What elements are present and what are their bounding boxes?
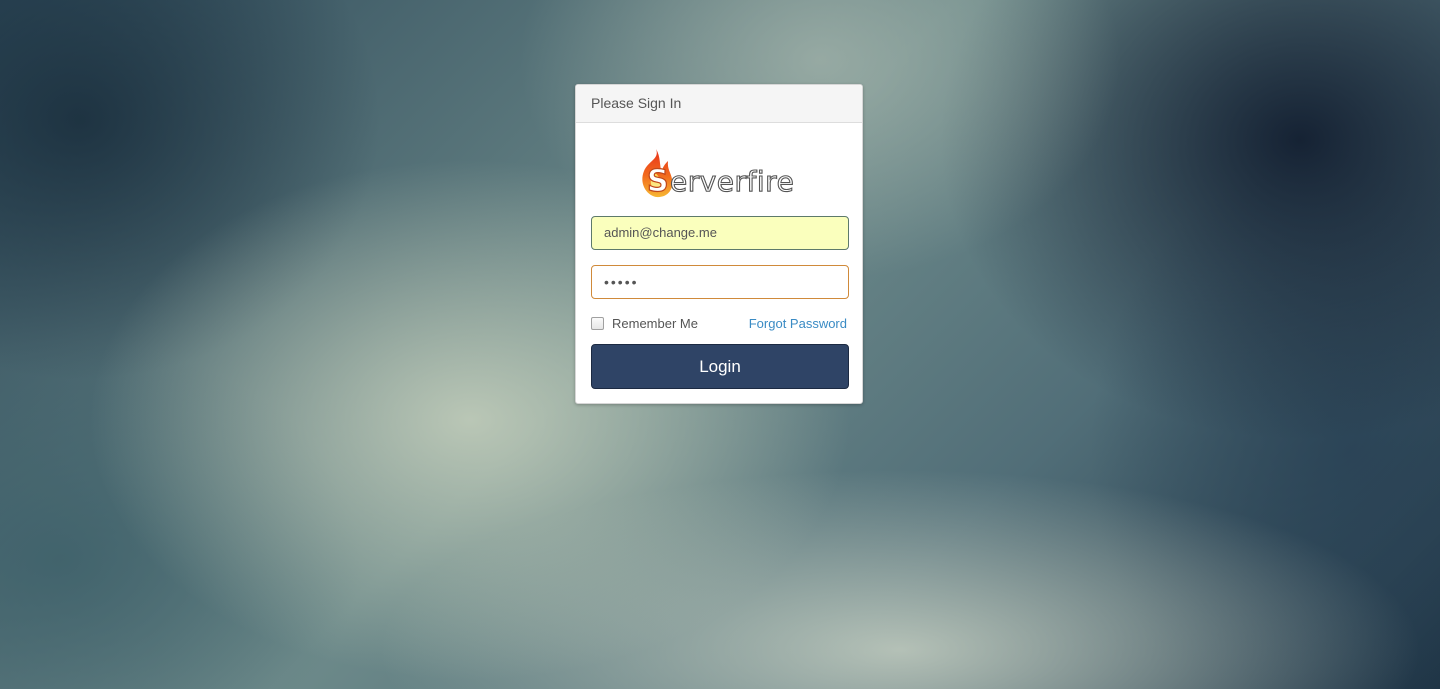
- remember-me[interactable]: Remember Me: [591, 316, 698, 331]
- login-panel: Please Sign In S erverfire admin@change.…: [575, 84, 863, 404]
- svg-text:erverfire: erverfire: [670, 165, 794, 198]
- serverfire-logo: S erverfire: [638, 147, 803, 200]
- svg-text:S: S: [647, 164, 669, 199]
- email-field[interactable]: admin@change.me: [591, 216, 849, 250]
- forgot-password-link[interactable]: Forgot Password: [749, 316, 847, 331]
- panel-heading: Please Sign In: [576, 85, 862, 123]
- flame-icon: S erverfire: [642, 149, 794, 200]
- login-button[interactable]: Login: [591, 344, 849, 389]
- password-field[interactable]: •••••: [591, 265, 849, 299]
- remember-me-label: Remember Me: [612, 316, 698, 331]
- remember-me-checkbox[interactable]: [591, 317, 604, 330]
